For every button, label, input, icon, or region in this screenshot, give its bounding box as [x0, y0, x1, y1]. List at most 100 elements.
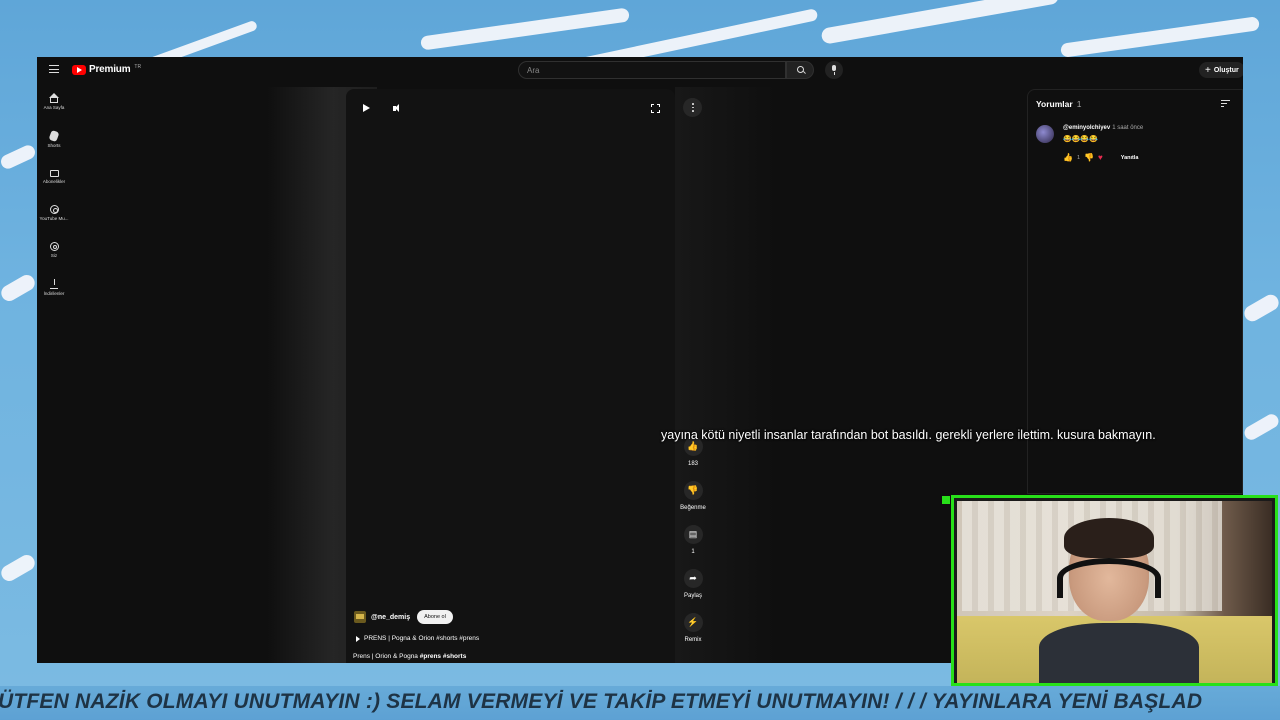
ticker-text: ÜTFEN NAZİK OLMAYI UNUTMAYIN :) SELAM VE…: [0, 690, 1203, 713]
background-cloud: [1241, 291, 1280, 325]
share-icon: ➦: [689, 573, 697, 583]
comment-icon: ▤: [688, 529, 698, 539]
play-icon[interactable]: [363, 104, 370, 112]
download-icon: [49, 279, 59, 289]
scrolling-ticker: ÜTFEN NAZİK OLMAYI UNUTMAYIN :) SELAM VE…: [0, 686, 1280, 720]
sort-icon[interactable]: [1221, 100, 1230, 108]
subscriptions-icon: [49, 170, 59, 177]
sidebar-item-label: YouTube Mu...: [39, 216, 69, 221]
share-label: Paylaş: [683, 593, 702, 599]
thumbs-down-icon[interactable]: 👎: [1084, 153, 1094, 162]
more-dot: [692, 103, 694, 105]
remix-icon: ⚡: [687, 617, 699, 627]
comments-button[interactable]: ▤ 1: [683, 525, 703, 555]
search-input[interactable]: Ara: [518, 61, 786, 79]
comment-actions: 👍 1 👎 ♥ Yanıtla: [1063, 153, 1138, 162]
dislike-label: Beğenme: [680, 505, 706, 511]
webcam-corner: [942, 496, 950, 504]
dislike-circle: 👎: [683, 481, 703, 500]
background-cloud: [1241, 411, 1280, 443]
reply-button[interactable]: Yanıtla: [1121, 155, 1139, 161]
short-video-player[interactable]: @ne_demiş Abone ol PRENS | Pogna & Orion…: [346, 89, 675, 663]
search-icon: [797, 66, 804, 73]
youtube-logo[interactable]: Premium TR: [72, 64, 141, 75]
subscribe-button[interactable]: Abone ol: [417, 610, 453, 624]
comments-count: 1: [1076, 99, 1082, 109]
you-icon: [49, 242, 59, 251]
remix-label: Remix: [684, 637, 702, 643]
playlist-play-icon: [356, 635, 360, 642]
comment-text: 😂😂😂😂: [1063, 136, 1098, 143]
heart-icon: ♥: [1098, 153, 1103, 162]
comment-author: @eminyolchiyev 1 saat önce: [1063, 125, 1143, 131]
sidebar-item-downloads[interactable]: İndirilenler: [37, 279, 71, 296]
sidebar-item-home[interactable]: Ana Sayfa: [37, 93, 71, 110]
music-icon: [49, 205, 59, 214]
sort-line: [1221, 103, 1227, 105]
background-cloud: [1059, 16, 1261, 58]
logo-text: Premium: [89, 64, 131, 75]
playlist-title: PRENS | Pogna & Orion #shorts #prens: [364, 635, 480, 642]
background-cloud: [0, 552, 38, 584]
video-title: Prens | Orion & Pogna #prens #shorts: [353, 653, 466, 660]
background-cloud: [420, 7, 630, 51]
comments-title: Yorumlar: [1036, 99, 1073, 109]
sidebar-item-you[interactable]: Siz: [37, 242, 71, 258]
video-title-text: Prens | Orion & Pogna: [353, 653, 420, 660]
streamer-body: [1039, 623, 1199, 683]
avatar[interactable]: [1036, 125, 1054, 143]
sidebar-item-label: İndirilenler: [43, 291, 65, 296]
plus-icon: +: [1205, 64, 1211, 76]
sidebar-item-subscriptions[interactable]: Abonelikler: [37, 168, 71, 184]
comment-author-name[interactable]: @eminyolchiyev: [1063, 125, 1110, 131]
streamer-hair: [1064, 518, 1154, 558]
background-cloud: [0, 272, 38, 304]
create-button[interactable]: + Oluştur: [1199, 62, 1243, 78]
sidebar-item-label: Siz: [50, 253, 58, 258]
volume-icon[interactable]: [393, 104, 403, 113]
comment-count: 1: [691, 549, 695, 555]
youtube-play-icon: [72, 64, 86, 75]
background-cloud: [0, 143, 38, 171]
share-button[interactable]: ➦ Paylaş: [683, 569, 703, 599]
like-count: 183: [687, 461, 698, 467]
home-icon: [49, 93, 59, 103]
more-options-button[interactable]: [683, 98, 702, 117]
sidebar-item-label: Shorts: [47, 143, 61, 148]
top-bar: Premium TR Ara + Oluştur: [37, 57, 1243, 83]
shorts-icon: [48, 129, 60, 143]
sidebar-item-music[interactable]: YouTube Mu...: [37, 205, 71, 221]
create-label: Oluştur: [1213, 66, 1239, 74]
thumbs-down-icon: 👎: [687, 485, 699, 495]
comment-like-count: 1: [1076, 154, 1081, 161]
more-dot: [692, 106, 694, 109]
search-button[interactable]: [786, 61, 814, 79]
sort-line: [1221, 100, 1230, 102]
streamer: [1039, 518, 1199, 683]
sidebar-item-label: Ana Sayfa: [43, 105, 65, 110]
more-dot: [692, 110, 694, 112]
playlist-link[interactable]: PRENS | Pogna & Orion #shorts #prens: [356, 635, 479, 642]
remix-circle: ⚡: [683, 613, 703, 632]
menu-icon[interactable]: [49, 65, 59, 73]
stream-overlay-message: yayına kötü niyetli insanlar tarafından …: [661, 428, 1156, 442]
mic-icon[interactable]: [825, 61, 843, 79]
channel-name[interactable]: @ne_demiş: [371, 614, 410, 621]
headset-icon: [1057, 558, 1161, 598]
sidebar-item-shorts[interactable]: Shorts: [37, 129, 71, 148]
channel-info: @ne_demiş Abone ol: [354, 610, 453, 624]
fullscreen-icon[interactable]: [650, 103, 661, 114]
comment-time[interactable]: 1 saat önce: [1112, 125, 1143, 131]
sidebar-item-label: Abonelikler: [42, 179, 66, 184]
comments-circle: ▤: [683, 525, 703, 544]
comments-header: Yorumlar 1: [1036, 99, 1081, 109]
thumbs-up-icon[interactable]: 👍: [1063, 153, 1073, 162]
dislike-button[interactable]: 👎 Beğenme: [680, 481, 706, 511]
share-circle: ➦: [683, 569, 703, 588]
background-cloud: [820, 0, 1060, 45]
video-title-tags[interactable]: #prens #shorts: [420, 653, 467, 660]
channel-avatar[interactable]: [354, 611, 366, 623]
webcam-feed: [951, 495, 1278, 686]
logo-region: TR: [134, 63, 142, 70]
remix-button[interactable]: ⚡ Remix: [683, 613, 703, 643]
